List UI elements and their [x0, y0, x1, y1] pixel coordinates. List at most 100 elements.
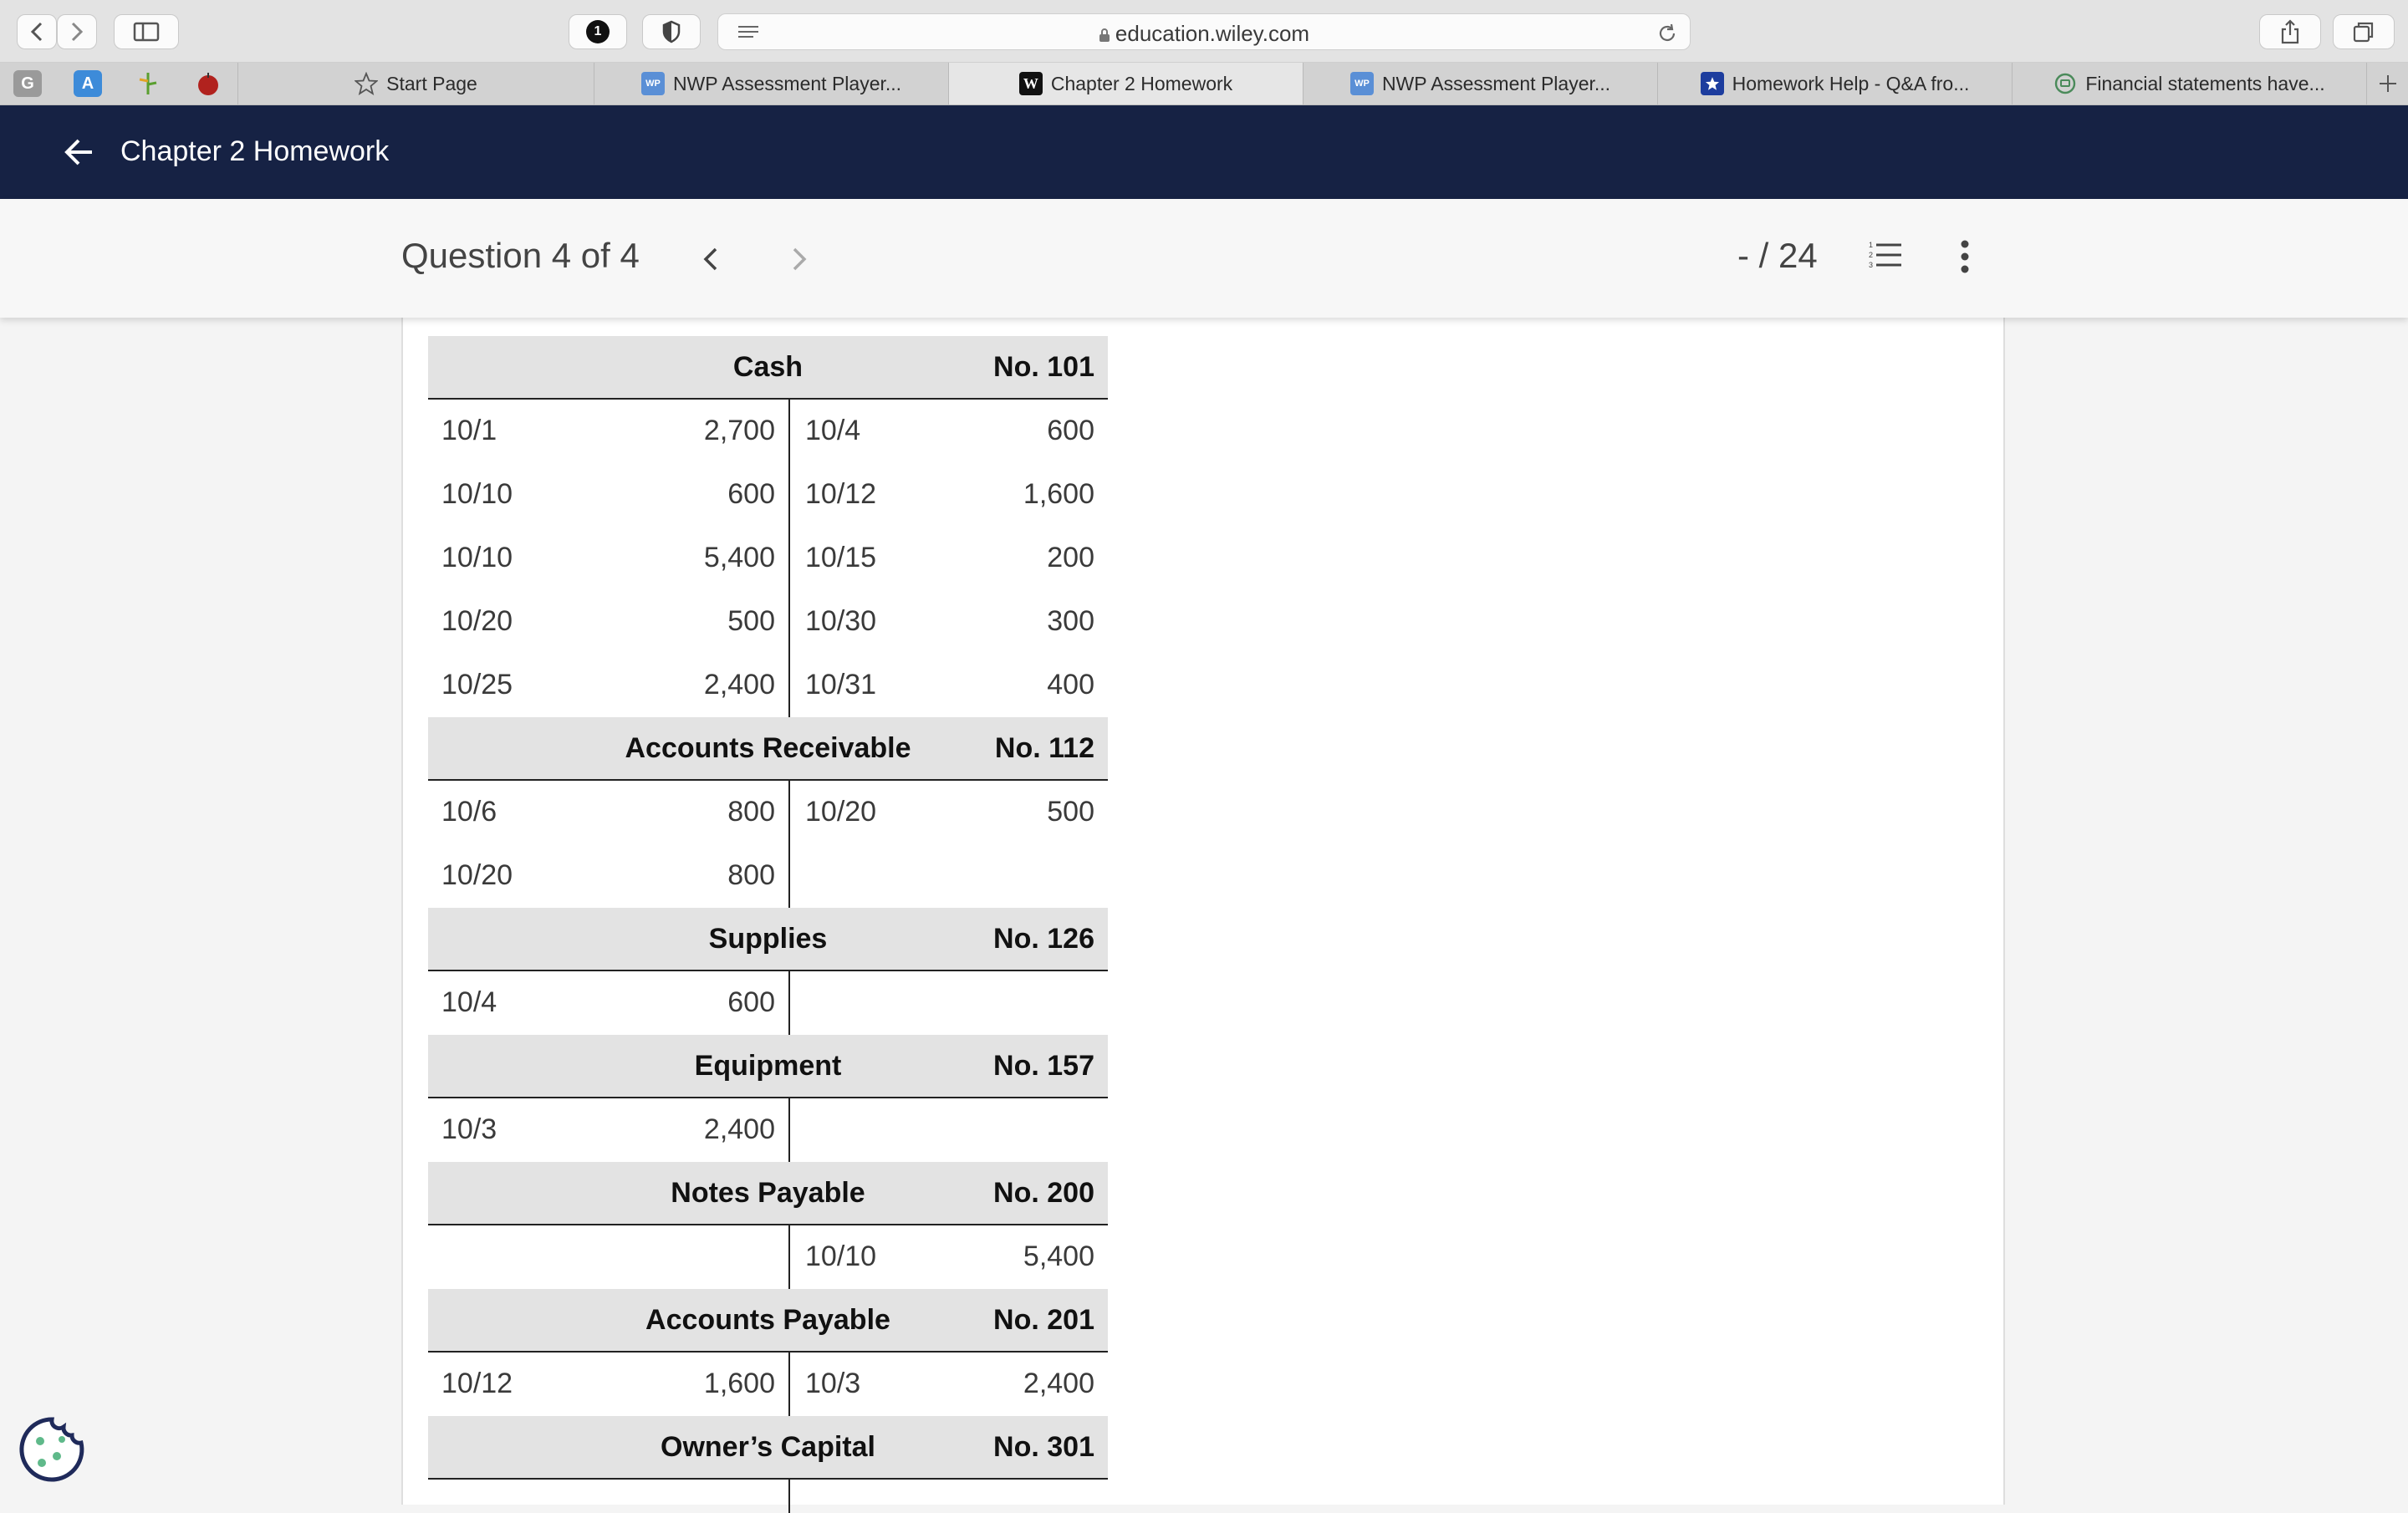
tab-label: Chapter 2 Homework — [1050, 72, 1233, 94]
svg-text:1: 1 — [1869, 241, 1873, 249]
page-title: Chapter 2 Homework — [120, 135, 390, 167]
score-display: - / 24 — [1737, 236, 1818, 275]
account-number: No. 157 — [993, 1050, 1094, 1082]
debit-date: 10/3 — [441, 1113, 497, 1145]
t-account-divider — [788, 400, 790, 463]
star-glyph — [1705, 77, 1719, 90]
ledger-row: 10/10 5,400 — [428, 1225, 1108, 1289]
sidebar-button[interactable] — [114, 14, 179, 49]
credit-amount: 400 — [1047, 669, 1094, 700]
wp-icon: WP — [1349, 72, 1374, 95]
favorite-plant[interactable] — [134, 70, 162, 97]
account-header: Owner’s Capital No. 301 — [428, 1416, 1108, 1480]
t-account-divider — [788, 463, 790, 527]
credit-date: 10/15 — [805, 542, 877, 573]
forward-button[interactable] — [57, 14, 97, 49]
debit-date: 10/12 — [441, 1368, 513, 1399]
t-account-divider — [788, 1480, 790, 1513]
account-number: No. 200 — [993, 1177, 1094, 1209]
t-account-divider — [788, 1098, 790, 1162]
credit-date: 10/20 — [805, 796, 877, 828]
t-account-divider — [788, 1353, 790, 1416]
debit-date: 10/10 — [441, 478, 513, 510]
ledger-row — [428, 1480, 1108, 1513]
url-text: education.wiley.com — [1115, 21, 1310, 46]
tab-label: Homework Help - Q&A fro... — [1732, 72, 1970, 94]
t-account-divider — [788, 590, 790, 654]
svg-text:3: 3 — [1869, 261, 1873, 269]
password-manager-button[interactable]: 1 — [569, 14, 627, 49]
back-arrow-icon[interactable] — [62, 135, 95, 169]
tab-nwp-1[interactable]: WP NWP Assessment Player... — [594, 63, 948, 104]
favorite-a[interactable]: A — [74, 70, 102, 97]
back-button[interactable] — [17, 14, 57, 49]
privacy-shield-button[interactable] — [642, 14, 701, 49]
credit-date: 10/12 — [805, 478, 877, 510]
ledger-row: 10/1 2,700 10/4 600 — [428, 400, 1108, 463]
debit-amount: 500 — [727, 605, 775, 637]
tab-label: NWP Assessment Player... — [1381, 72, 1611, 94]
credit-amount: 5,400 — [1023, 1240, 1094, 1272]
t-account-divider — [788, 971, 790, 1035]
credit-amount: 600 — [1047, 415, 1094, 446]
tab-label: Financial statements have... — [2085, 72, 2325, 94]
shield-icon — [662, 20, 681, 43]
reload-icon[interactable] — [1656, 23, 1678, 44]
lock-icon — [1099, 28, 1110, 42]
next-question-button[interactable] — [786, 244, 811, 274]
new-tab-button[interactable] — [2366, 63, 2408, 104]
account-number: No. 112 — [994, 732, 1094, 764]
credit-amount: 300 — [1047, 605, 1094, 637]
svg-text:2: 2 — [1869, 251, 1873, 259]
ledger-row: 10/10 600 10/12 1,600 — [428, 463, 1108, 527]
browser-toolbar: 1 education.wiley.com — [0, 0, 2408, 63]
tab-bar: G A Start Page WP NWP Assessment Player.… — [0, 63, 2408, 105]
tab-start-page[interactable]: Start Page — [237, 63, 594, 104]
debit-date: 10/1 — [441, 415, 497, 446]
account-number: No. 301 — [993, 1431, 1094, 1463]
credit-date: 10/4 — [805, 415, 861, 446]
t-account-divider — [788, 654, 790, 717]
tab-chapter2-active[interactable]: W Chapter 2 Homework — [948, 63, 1303, 104]
wiley-icon: W — [1018, 72, 1043, 95]
debit-date: 10/20 — [441, 859, 513, 891]
tab-overview-button[interactable] — [2333, 14, 2395, 49]
address-bar[interactable]: education.wiley.com — [717, 13, 1691, 50]
debit-amount: 800 — [727, 859, 775, 891]
share-icon — [2281, 19, 2299, 44]
t-account-divider — [788, 1225, 790, 1289]
debit-amount: 2,400 — [703, 669, 775, 700]
favorite-label: A — [81, 74, 94, 93]
previous-question-button[interactable] — [699, 244, 724, 274]
tab-nwp-2[interactable]: WP NWP Assessment Player... — [1303, 63, 1657, 104]
more-options-icon[interactable] — [1956, 239, 1973, 274]
badge-count: 1 — [586, 20, 610, 43]
ledger-row: 10/12 1,600 10/3 2,400 — [428, 1353, 1108, 1416]
debit-date: 10/10 — [441, 542, 513, 573]
debit-amount: 2,400 — [703, 1113, 775, 1145]
sidebar-icon — [133, 22, 160, 42]
credit-date: 10/10 — [805, 1240, 877, 1272]
tab-homework-help[interactable]: Homework Help - Q&A fro... — [1657, 63, 2012, 104]
tab-financial-statements[interactable]: Financial statements have... — [2012, 63, 2366, 104]
ledger-row: 10/4 600 — [428, 971, 1108, 1035]
account-header: Supplies No. 126 — [428, 908, 1108, 971]
debit-date: 10/25 — [441, 669, 513, 700]
question-bar: Question 4 of 4 - / 24 1 2 3 — [0, 199, 2408, 318]
ledger-row: 10/10 5,400 10/15 200 — [428, 527, 1108, 590]
debit-amount: 600 — [727, 478, 775, 510]
address-text-wrap: education.wiley.com — [718, 21, 1690, 47]
favorite-apple[interactable] — [194, 70, 222, 97]
question-list-icon[interactable]: 1 2 3 — [1868, 239, 1903, 273]
account-header: Notes Payable No. 200 — [428, 1162, 1108, 1225]
credit-date: 10/31 — [805, 669, 877, 700]
star-icon — [355, 72, 379, 95]
share-button[interactable] — [2259, 14, 2321, 49]
credit-amount: 200 — [1047, 542, 1094, 573]
ledger-row: 10/25 2,400 10/31 400 — [428, 654, 1108, 717]
app-header: Chapter 2 Homework — [0, 105, 2408, 199]
ledger-row: 10/20 800 — [428, 844, 1108, 908]
question-counter: Question 4 of 4 — [401, 236, 640, 275]
favorite-google[interactable]: G — [13, 70, 42, 97]
cookie-settings-icon[interactable] — [18, 1416, 85, 1483]
